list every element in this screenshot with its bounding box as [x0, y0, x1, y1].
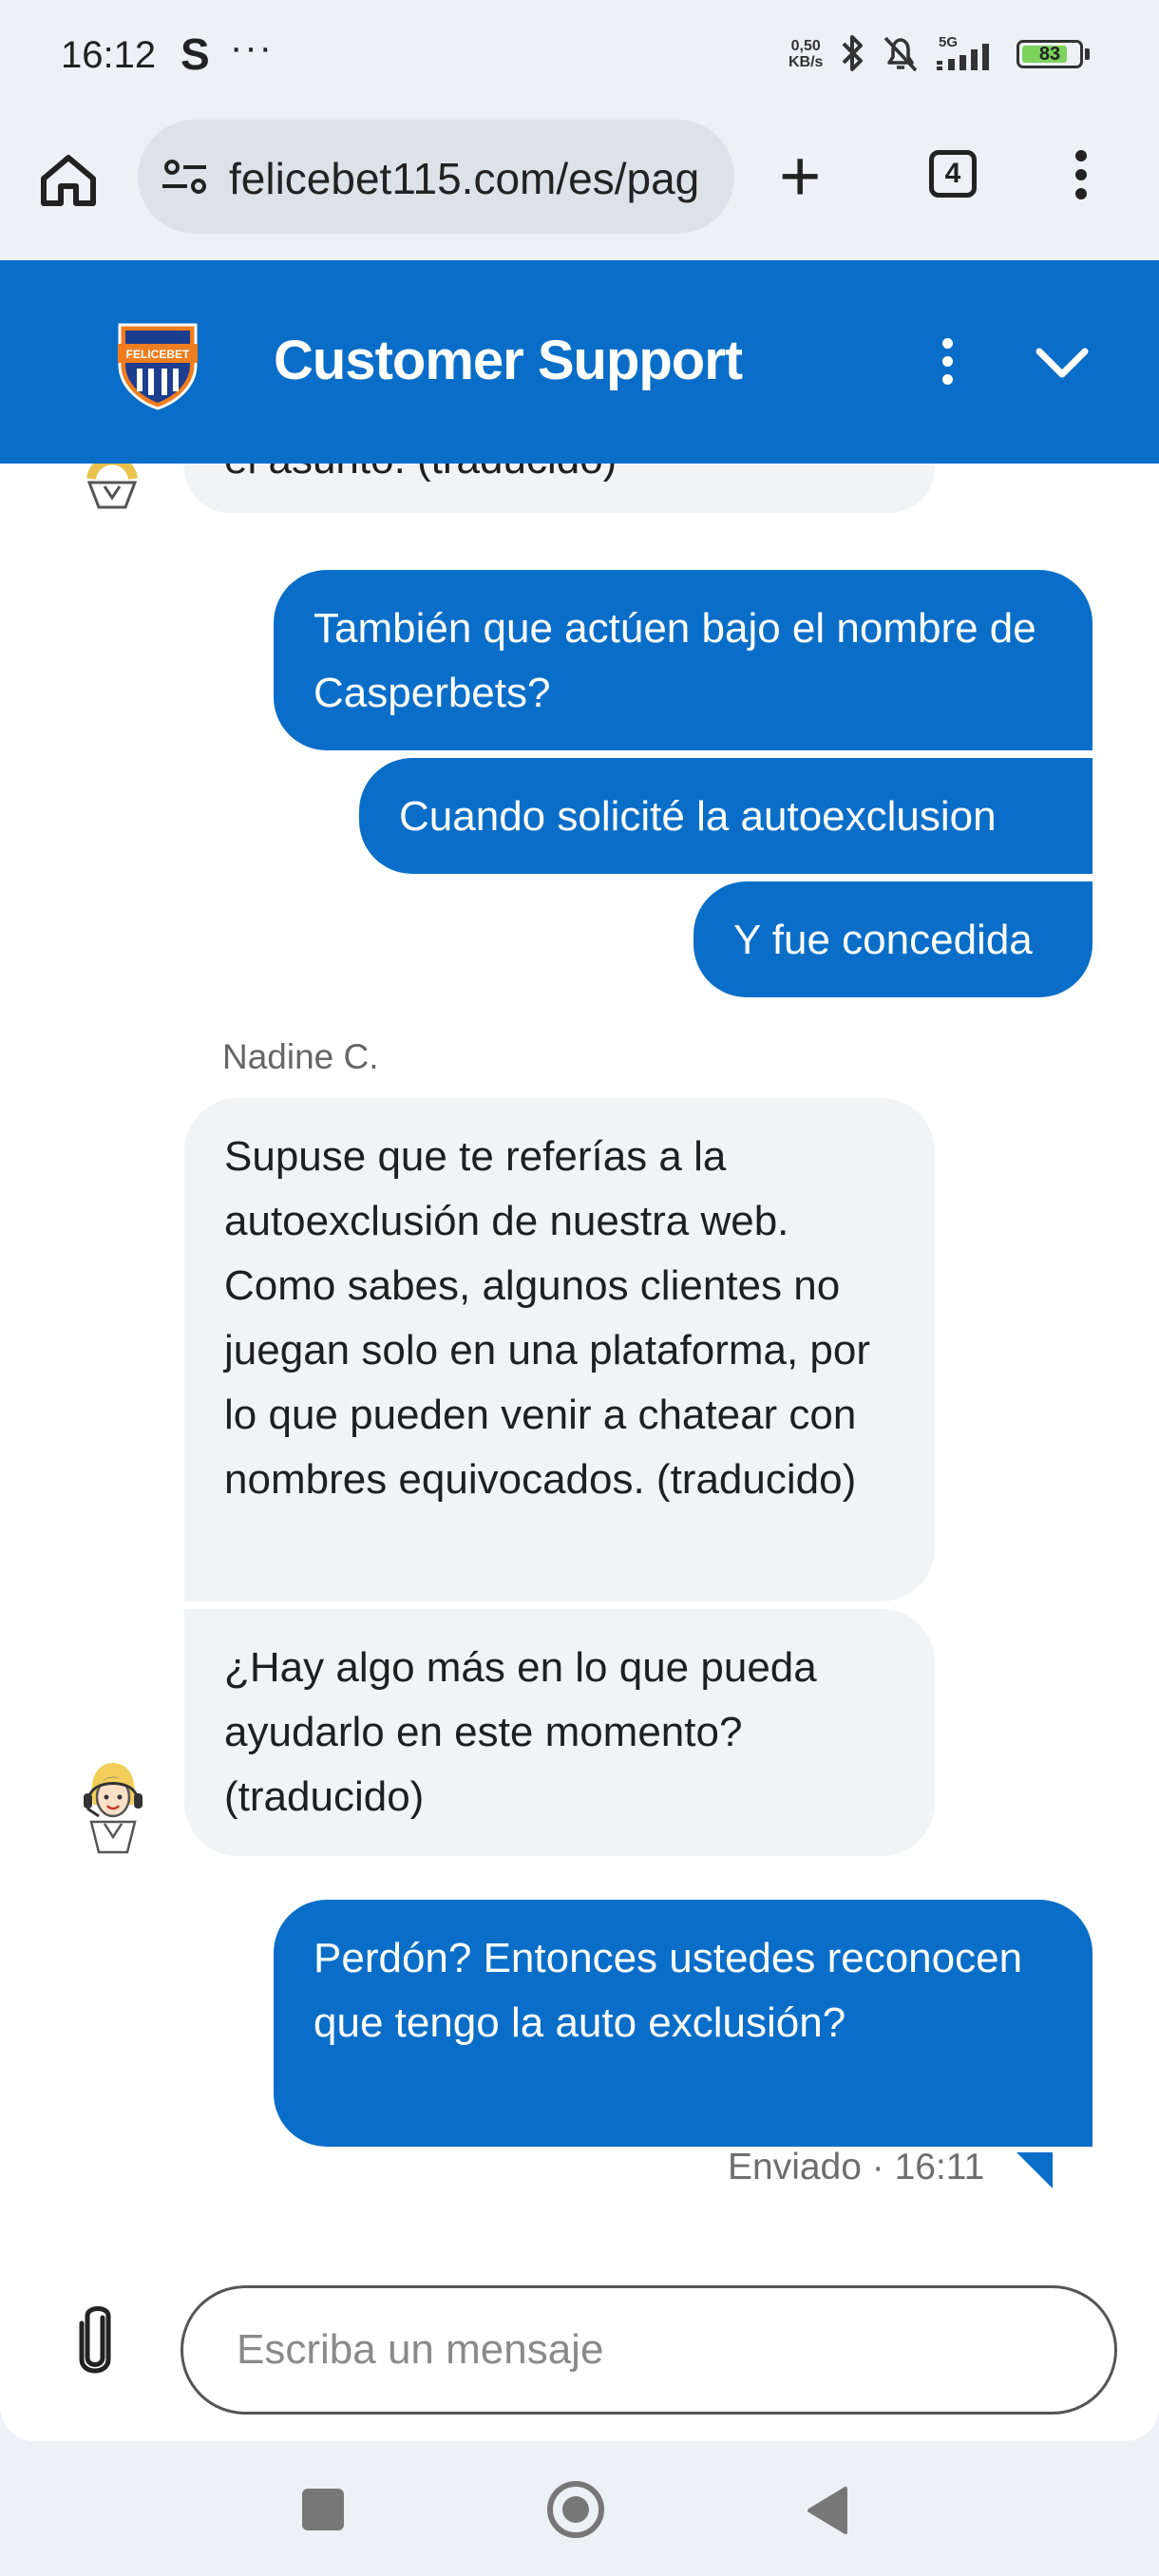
tabs-icon[interactable]: 4 — [929, 150, 977, 198]
address-bar[interactable]: felicebet115.com/es/pag — [138, 120, 734, 234]
more-notifications-icon: ··· — [230, 27, 274, 68]
url-text[interactable]: felicebet115.com/es/pag — [229, 153, 723, 204]
message-bubble-incoming: Supuse que te referías a la autoexclusió… — [184, 1098, 935, 1601]
network-speed-unit: KB/s — [788, 54, 824, 70]
paperclip-icon[interactable] — [74, 2304, 116, 2377]
message-bubble-incoming: el asunto. (traducido) — [184, 464, 935, 513]
bluetooth-icon — [842, 35, 863, 71]
chevron-down-icon[interactable] — [1034, 342, 1091, 384]
sender-name: Nadine C. — [222, 1037, 379, 1076]
logo-text: FELICEBET — [126, 348, 190, 361]
message-bubble-outgoing: Perdón? Entonces ustedes reconocen que t… — [274, 1900, 1092, 2147]
read-receipt-icon — [1016, 2152, 1053, 2188]
message-bubble-incoming: ¿Hay algo más en lo que pueda ayudarlo e… — [184, 1609, 935, 1856]
chat-title: Customer Support — [274, 330, 743, 391]
message-bubble-outgoing: Y fue concedida — [694, 881, 1092, 997]
felicebet-logo: FELICEBET — [118, 323, 198, 410]
message-text: Perdón? Entonces ustedes reconocen que t… — [314, 1935, 1023, 2046]
signal-icon — [937, 44, 989, 70]
message-text: Cuando solicité la autoexclusion — [399, 793, 997, 840]
more-vertical-icon[interactable] — [1074, 150, 1089, 207]
chat-widget: FELICEBET Customer Support el asunto. (t… — [0, 260, 1159, 2441]
message-bubble-outgoing: También que actúen bajo el nombre de Cas… — [274, 570, 1092, 750]
system-nav-bar — [0, 2441, 1159, 2576]
battery-icon: 83 — [1016, 40, 1083, 68]
message-text: ¿Hay algo más en lo que pueda ayudarlo e… — [224, 1644, 817, 1820]
home-icon[interactable] — [34, 146, 103, 215]
network-speed-value: 0,50 — [790, 38, 821, 54]
message-list[interactable]: el asunto. (traducido) También que actúe… — [0, 464, 1159, 2221]
network-speed: 0,50 KB/s — [788, 38, 823, 70]
agent-avatar-icon — [84, 1763, 142, 1854]
message-bubble-outgoing: Cuando solicité la autoexclusion — [359, 758, 1092, 874]
s-app-icon: S — [180, 29, 210, 79]
status-bar: 16:12 S ··· 0,50 KB/s 5G 83 — [0, 0, 1159, 112]
battery-level: 83 — [1038, 44, 1061, 65]
more-vertical-icon[interactable] — [940, 338, 954, 391]
bell-off-icon — [884, 36, 918, 72]
chat-header: FELICEBET Customer Support — [0, 260, 1159, 464]
battery-tip — [1085, 48, 1090, 60]
message-text: el asunto. (traducido) — [224, 464, 617, 483]
agent-avatar-icon — [86, 464, 138, 509]
recents-icon[interactable] — [302, 2489, 344, 2530]
back-icon[interactable] — [804, 2485, 849, 2536]
message-text: También que actúen bajo el nombre de Cas… — [314, 605, 1036, 716]
plus-icon[interactable]: + — [779, 141, 821, 213]
home-icon[interactable] — [547, 2481, 604, 2538]
browser-toolbar: felicebet115.com/es/pag + 4 — [0, 112, 1159, 260]
status-time: 16:12 — [61, 34, 157, 76]
message-input[interactable] — [180, 2285, 1117, 2415]
message-composer — [0, 2245, 1159, 2435]
tune-icon[interactable] — [159, 150, 212, 203]
message-text: Supuse que te referías a la autoexclusió… — [224, 1133, 871, 1503]
sent-status: Enviado · 16:11 — [728, 2147, 985, 2188]
tab-count: 4 — [944, 158, 961, 189]
message-text: Y fue concedida — [733, 917, 1033, 963]
